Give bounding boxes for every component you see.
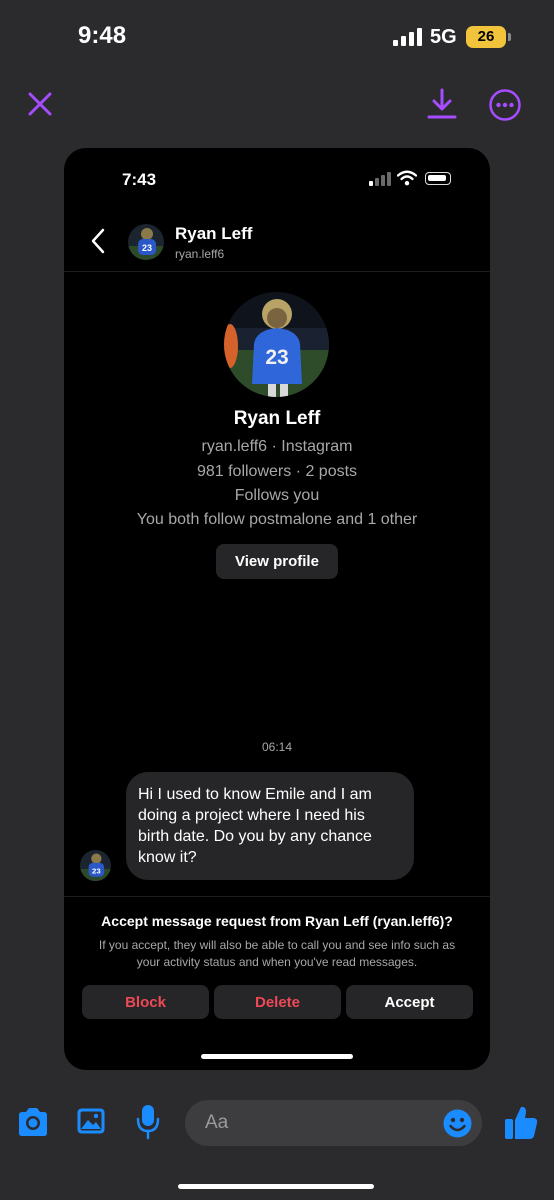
message-avatar[interactable]: 23 [80, 850, 111, 881]
camera-icon[interactable] [16, 1106, 50, 1138]
cellular-signal-icon [393, 28, 422, 46]
delete-button[interactable]: Delete [214, 985, 341, 1019]
profile-mutual: You both follow postmalone and 1 other [136, 511, 418, 528]
view-profile-button[interactable]: View profile [216, 544, 338, 579]
gallery-icon[interactable] [76, 1106, 106, 1136]
header-handle: ryan.leff6 [175, 247, 225, 261]
home-indicator [178, 1184, 374, 1189]
more-icon[interactable] [488, 88, 522, 122]
network-type: 5G [430, 26, 457, 48]
inner-home-indicator [201, 1054, 353, 1059]
inner-screenshot: 7:43 23 Ryan Leff ryan.leff6 23 Ryan Lef… [64, 148, 490, 1070]
profile-follows: Follows you [234, 487, 320, 504]
message-composer [185, 1100, 482, 1146]
profile-stats: 981 followers · 2 posts [196, 463, 358, 480]
block-button[interactable]: Block [82, 985, 209, 1019]
wifi-icon [397, 170, 417, 186]
inner-clock: 7:43 [122, 170, 157, 189]
profile-avatar[interactable]: 23 [224, 292, 329, 397]
chat-header: 23 Ryan Leff ryan.leff6 [64, 214, 490, 272]
mic-icon[interactable] [136, 1104, 160, 1140]
profile-name: Ryan Leff [233, 408, 321, 429]
back-icon[interactable] [90, 228, 106, 254]
avatar[interactable]: 23 [128, 224, 164, 260]
outer-status-bar: 9:48 5G 26 [0, 0, 554, 76]
close-icon[interactable] [24, 88, 56, 120]
svg-text:23: 23 [142, 243, 152, 253]
svg-text:23: 23 [265, 346, 288, 369]
accept-button[interactable]: Accept [346, 985, 473, 1019]
message-input[interactable] [205, 1100, 425, 1146]
message-bubble[interactable]: Hi I used to know Emile and I am doing a… [126, 772, 414, 880]
profile-handle-platform: ryan.leff6 · Instagram [201, 438, 353, 455]
svg-text:23: 23 [92, 866, 101, 875]
inner-battery-icon [425, 172, 451, 185]
message-timestamp: 06:14 [261, 740, 293, 754]
emoji-icon[interactable] [443, 1109, 472, 1138]
thumbs-up-icon[interactable] [504, 1104, 538, 1140]
download-icon[interactable] [424, 86, 460, 122]
outer-clock: 9:48 [78, 22, 127, 49]
battery-level: 26 [466, 26, 506, 48]
header-name[interactable]: Ryan Leff [175, 224, 252, 244]
battery-tip [508, 33, 511, 41]
inner-signal-icon [369, 172, 391, 186]
request-description: If you accept, they will also be able to… [98, 938, 456, 969]
message-request-panel: Accept message request from Ryan Leff (r… [64, 896, 490, 1070]
request-title: Accept message request from Ryan Leff (r… [101, 913, 453, 929]
